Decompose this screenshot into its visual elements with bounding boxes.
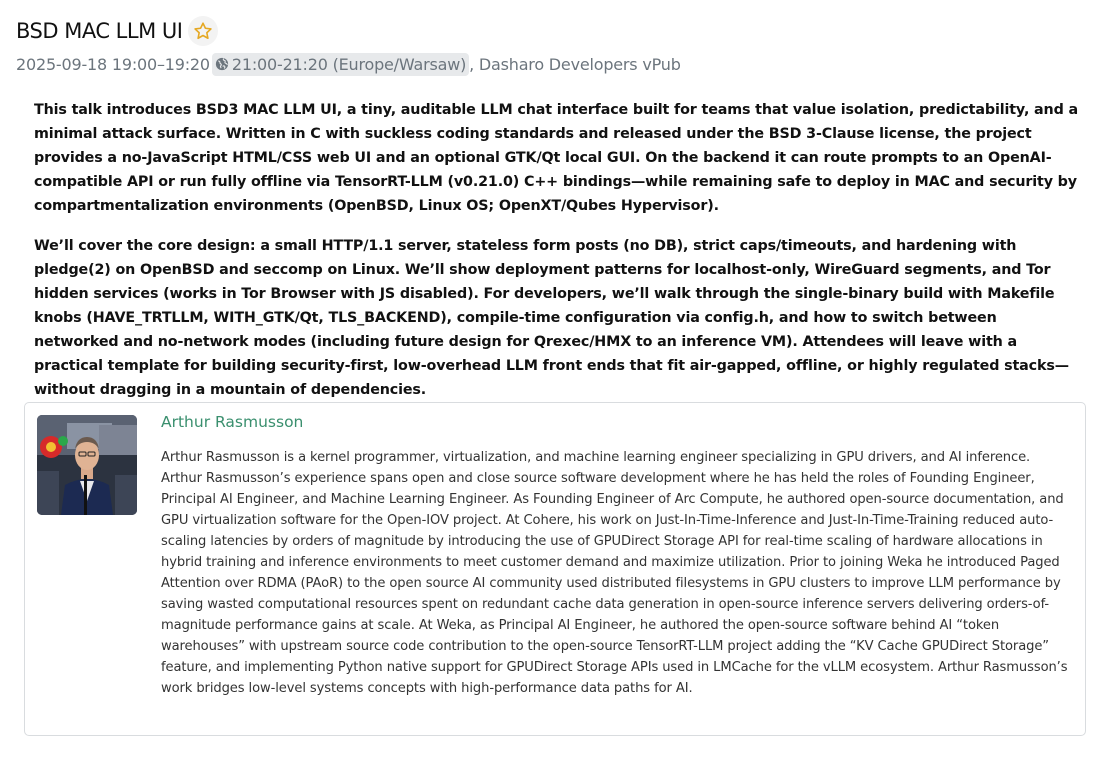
abstract-paragraph-1: This talk introduces BSD3 MAC LLM UI, a … (34, 102, 1078, 214)
local-time-badge: 21:00-21:20 (Europe/Warsaw) (211, 52, 470, 76)
speaker-avatar (37, 415, 137, 515)
time-range: 2025-09-18 19:00–19:20 (16, 54, 210, 74)
event-name: , Dasharo Developers vPub (469, 54, 681, 74)
favorite-button[interactable] (188, 16, 219, 46)
abstract-paragraph-2: We’ll cover the core design: a small HTT… (34, 238, 1069, 398)
talk-header: BSD MAC LLM UI 2025-09-18 19:00–19:20 21… (16, 14, 1094, 78)
speaker-name-link[interactable]: Arthur Rasmusson (161, 413, 303, 431)
speaker-card: Arthur Rasmusson Arthur Rasmusson is a k… (24, 402, 1086, 736)
talk-abstract: This talk introduces BSD3 MAC LLM UI, a … (34, 98, 1079, 418)
title-row: BSD MAC LLM UI (16, 14, 1094, 48)
talk-page: BSD MAC LLM UI 2025-09-18 19:00–19:20 21… (0, 0, 1110, 760)
star-outline-icon (194, 22, 213, 40)
globe-icon (215, 57, 229, 71)
speaker-bio: Arthur Rasmusson is a kernel programmer,… (161, 450, 1068, 696)
talk-title: BSD MAC LLM UI (16, 19, 183, 43)
local-time-text: 21:00-21:20 (Europe/Warsaw) (231, 54, 467, 74)
talk-meta: 2025-09-18 19:00–19:20 21:00-21:20 (Euro… (16, 50, 1094, 78)
